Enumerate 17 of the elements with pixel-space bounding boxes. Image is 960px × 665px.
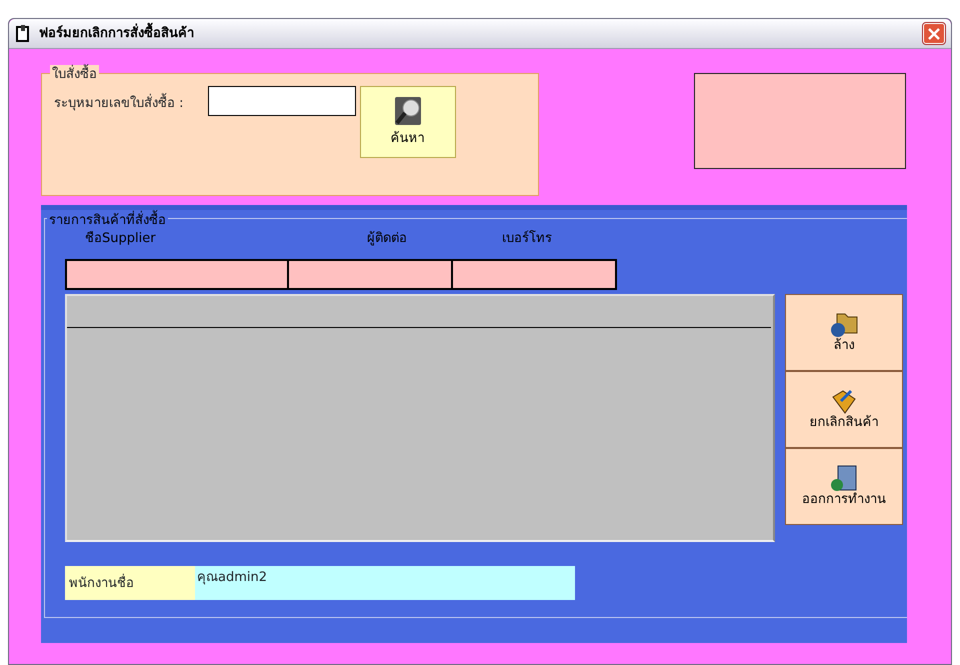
window-title: ฟอร์มยกเลิกการสั่งซื้อสินค้า: [39, 24, 194, 44]
employee-label: พนักงานชื่อ: [65, 566, 195, 600]
group-legend: รายการสินค้าที่สั่งซื้อ: [47, 211, 168, 230]
search-button[interactable]: ค้นหา: [360, 86, 456, 158]
action-button[interactable]: ล้าง: [785, 294, 903, 370]
column-header: ผู้ติดต่อ: [367, 231, 407, 246]
field-label: ระบุหมายเลขใบสั่งซื้อ :: [54, 94, 184, 114]
close-button[interactable]: [923, 23, 945, 44]
form-icon: [15, 24, 31, 42]
employee-name: คุณadmin2: [195, 566, 575, 600]
action-button[interactable]: ออกการทำงาน: [785, 448, 903, 524]
cabinet-globe-icon: [829, 464, 859, 492]
action-button[interactable]: ยกเลิกสินค้า: [785, 370, 903, 448]
order-number-field[interactable]: [208, 86, 356, 116]
column-header: ชื่อSupplier: [85, 231, 156, 246]
column-header: เบอร์โทร: [502, 231, 552, 246]
close-icon: [928, 28, 940, 40]
